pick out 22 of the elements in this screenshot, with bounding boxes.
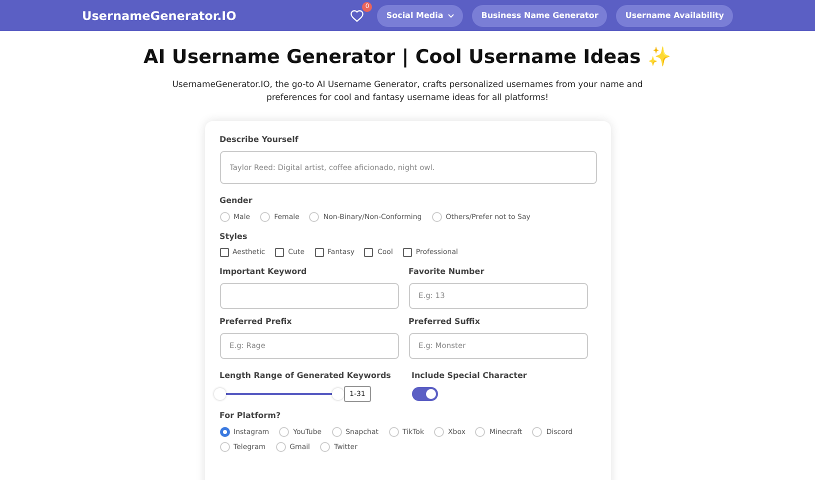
- slider-handle[interactable]: [214, 388, 226, 400]
- field-label: Favorite Number: [408, 266, 486, 276]
- page-title: AI Username Generator | Cool Username Ideas ✨: [142, 45, 672, 68]
- slider-handle[interactable]: [332, 388, 344, 400]
- field-label: For Platform?: [220, 410, 282, 420]
- site-logo[interactable]: UsernameGenerator.IO: [82, 8, 236, 22]
- nav-link[interactable]: Business Name Generator: [472, 4, 608, 26]
- dropdown-button[interactable]: Social Media: [377, 4, 464, 26]
- toggle-switch[interactable]: [412, 386, 438, 400]
- field-label: Gender: [220, 196, 254, 204]
- caret-icon: [448, 14, 454, 18]
- input-field[interactable]: [220, 282, 398, 308]
- field-label: Important Keyword: [220, 266, 308, 276]
- field-label: Preferred Suffix: [408, 316, 482, 326]
- heart-icon[interactable]: [350, 8, 364, 22]
- field-label: Preferred Prefix: [220, 316, 293, 326]
- field-label: Length Range of Generated Keywords: [220, 370, 392, 380]
- nav-link[interactable]: Username Availability: [616, 4, 733, 26]
- intro-paragraph: UsernameGenerator.IO, the go-to AI Username Generator, crafts personalized usernames from your name and preferences for cool and fantasy username ideas for all platforms!: [171, 79, 644, 104]
- field-label: Describe Yourself: [220, 134, 300, 144]
- field-label: Include Special Character: [412, 370, 528, 380]
- field-label: Styles: [220, 232, 248, 240]
